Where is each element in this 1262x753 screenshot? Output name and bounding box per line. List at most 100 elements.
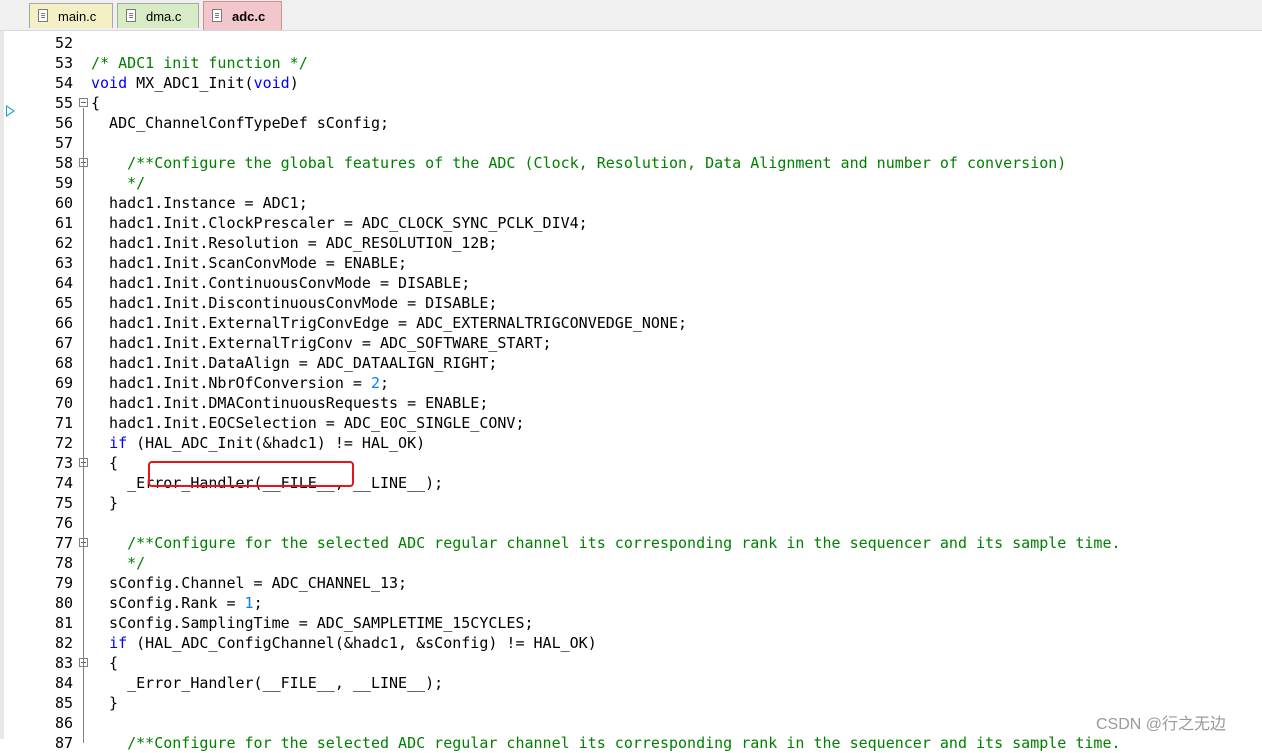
code-line[interactable]: 68 hadc1.Init.DataAlign = ADC_DATAALIGN_…: [0, 353, 1262, 373]
code-line[interactable]: 67 hadc1.Init.ExternalTrigConv = ADC_SOF…: [0, 333, 1262, 353]
line-number: 55: [54, 94, 73, 112]
code-line[interactable]: 64 hadc1.Init.ContinuousConvMode = DISAB…: [0, 273, 1262, 293]
line-number: 70: [54, 394, 73, 412]
line-number: 74: [54, 474, 73, 492]
code-line[interactable]: 83 {: [0, 653, 1262, 673]
code-line[interactable]: 71 hadc1.Init.EOCSelection = ADC_EOC_SIN…: [0, 413, 1262, 433]
line-number: 65: [54, 294, 73, 312]
code-text: _Error_Handler(__FILE__, __LINE__);: [91, 674, 444, 692]
code-text: }: [91, 694, 119, 712]
file-icon: [38, 9, 48, 22]
line-number: 76: [54, 514, 73, 532]
tab-dma-c[interactable]: dma.c: [117, 3, 199, 28]
line-number: 69: [54, 374, 73, 392]
code-text: hadc1.Init.ExternalTrigConv = ADC_SOFTWA…: [91, 334, 552, 352]
code-text: hadc1.Init.ClockPrescaler = ADC_CLOCK_SY…: [91, 214, 588, 232]
code-text: hadc1.Init.DMAContinuousRequests = ENABL…: [91, 394, 489, 412]
code-line[interactable]: 55 {: [0, 93, 1262, 113]
code-text: hadc1.Init.Resolution = ADC_RESOLUTION_1…: [91, 234, 498, 252]
code-text: hadc1.Init.DataAlign = ADC_DATAALIGN_RIG…: [91, 354, 498, 372]
code-text: hadc1.Init.ContinuousConvMode = DISABLE;: [91, 274, 471, 292]
line-number: 68: [54, 354, 73, 372]
code-line[interactable]: 72 if (HAL_ADC_Init(&hadc1) != HAL_OK): [0, 433, 1262, 453]
code-line[interactable]: 87 /**Configure for the selected ADC reg…: [0, 733, 1262, 753]
code-line[interactable]: 80 sConfig.Rank = 1;: [0, 593, 1262, 613]
line-number: 77: [54, 534, 73, 552]
code-line[interactable]: 62 hadc1.Init.Resolution = ADC_RESOLUTIO…: [0, 233, 1262, 253]
line-number: 66: [54, 314, 73, 332]
code-text: sConfig.Rank = 1;: [91, 594, 263, 612]
code-line[interactable]: 61 hadc1.Init.ClockPrescaler = ADC_CLOCK…: [0, 213, 1262, 233]
code-line[interactable]: 86: [0, 713, 1262, 733]
line-number: 73: [54, 454, 73, 472]
watermark: CSDN @行之无边: [1096, 716, 1227, 733]
fold-toggle-icon[interactable]: [79, 98, 88, 107]
code-line[interactable]: 52: [0, 33, 1262, 53]
code-text: if (HAL_ADC_Init(&hadc1) != HAL_OK): [109, 434, 426, 452]
code-line[interactable]: 57: [0, 133, 1262, 153]
code-line[interactable]: 76: [0, 513, 1262, 533]
code-line[interactable]: 53 /* ADC1 init function */: [0, 53, 1262, 73]
tab-main-c[interactable]: main.c: [29, 3, 113, 28]
line-number: 84: [54, 674, 73, 692]
code-line[interactable]: 65 hadc1.Init.DiscontinuousConvMode = DI…: [0, 293, 1262, 313]
line-number: 53: [54, 54, 73, 72]
code-text: {: [91, 94, 101, 112]
code-line[interactable]: 77 /**Configure for the selected ADC reg…: [0, 533, 1262, 553]
file-icon: [126, 9, 136, 22]
code-line[interactable]: 59 */: [0, 173, 1262, 193]
code-line[interactable]: 78 */: [0, 553, 1262, 573]
line-number: 78: [54, 554, 73, 572]
code-text: hadc1.Init.NbrOfConversion = 2;: [91, 374, 390, 392]
code-line[interactable]: 85 }: [0, 693, 1262, 713]
code-text: /**Configure for the selected ADC regula…: [127, 734, 1121, 752]
code-line[interactable]: 56 ADC_ChannelConfTypeDef sConfig;: [0, 113, 1262, 133]
line-number: 71: [54, 414, 73, 432]
line-number: 80: [54, 594, 73, 612]
highlight-box: [148, 461, 354, 487]
code-text: */: [127, 174, 146, 192]
line-number: 54: [54, 74, 73, 92]
code-text: hadc1.Init.ScanConvMode = ENABLE;: [91, 254, 408, 272]
line-number: 87: [54, 734, 73, 752]
code-text: if (HAL_ADC_ConfigChannel(&hadc1, &sConf…: [109, 634, 597, 652]
code-line[interactable]: 75 }: [0, 493, 1262, 513]
line-number: 75: [54, 494, 73, 512]
tab-label: dma.c: [146, 9, 182, 24]
line-number: 86: [54, 714, 73, 732]
code-text: /**Configure the global features of the …: [127, 154, 1067, 172]
code-line[interactable]: 58 /**Configure the global features of t…: [0, 153, 1262, 173]
line-number: 83: [54, 654, 73, 672]
code-text: sConfig.Channel = ADC_CHANNEL_13;: [91, 574, 408, 592]
code-text: ADC_ChannelConfTypeDef sConfig;: [91, 114, 390, 132]
code-text: void MX_ADC1_Init(void): [91, 74, 299, 92]
code-text: hadc1.Init.ExternalTrigConvEdge = ADC_EX…: [91, 314, 688, 332]
code-line[interactable]: 82 if (HAL_ADC_ConfigChannel(&hadc1, &sC…: [0, 633, 1262, 653]
tab-label: main.c: [58, 9, 97, 24]
line-number: 57: [54, 134, 73, 152]
code-editor[interactable]: 52 53 /* ADC1 init function */ 54 void MX_AD…: [0, 31, 1262, 752]
code-text: hadc1.Instance = ADC1;: [91, 194, 308, 212]
tab-adc-c[interactable]: adc.c: [203, 1, 282, 30]
code-line[interactable]: 84 _Error_Handler(__FILE__, __LINE__);: [0, 673, 1262, 693]
line-number: 63: [54, 254, 73, 272]
line-number: 67: [54, 334, 73, 352]
fold-guide-line: [83, 108, 84, 743]
tab-label: adc.c: [232, 9, 266, 24]
code-line[interactable]: 70 hadc1.Init.DMAContinuousRequests = EN…: [0, 393, 1262, 413]
code-line[interactable]: 69 hadc1.Init.NbrOfConversion = 2;: [0, 373, 1262, 393]
code-line[interactable]: 60 hadc1.Instance = ADC1;: [0, 193, 1262, 213]
line-number: 62: [54, 234, 73, 252]
line-number: 60: [54, 194, 73, 212]
file-icon: [212, 9, 222, 22]
line-number: 56: [54, 114, 73, 132]
code-line[interactable]: 54 void MX_ADC1_Init(void): [0, 73, 1262, 93]
code-line[interactable]: 81 sConfig.SamplingTime = ADC_SAMPLETIME…: [0, 613, 1262, 633]
code-line[interactable]: 79 sConfig.Channel = ADC_CHANNEL_13;: [0, 573, 1262, 593]
line-number: 79: [54, 574, 73, 592]
code-text: */: [127, 554, 146, 572]
code-text: /**Configure for the selected ADC regula…: [127, 534, 1121, 552]
line-number: 64: [54, 274, 73, 292]
code-line[interactable]: 66 hadc1.Init.ExternalTrigConvEdge = ADC…: [0, 313, 1262, 333]
code-line[interactable]: 63 hadc1.Init.ScanConvMode = ENABLE;: [0, 253, 1262, 273]
